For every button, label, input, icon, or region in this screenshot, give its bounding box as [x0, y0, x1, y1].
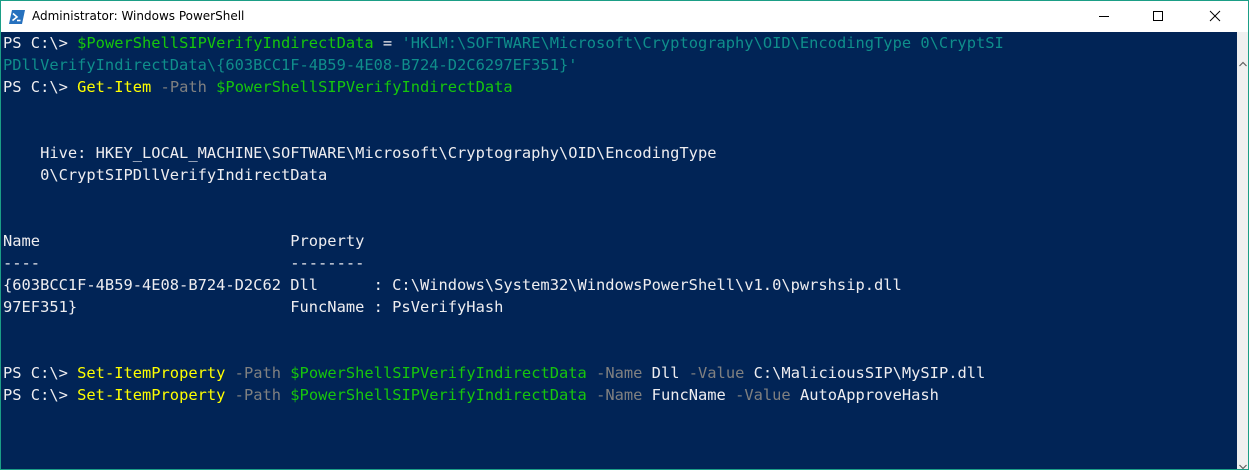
- console-command-text: Set-ItemProperty: [77, 364, 226, 382]
- console-command-text: Get-Item: [77, 78, 152, 96]
- console-line: PS C:\> $PowerShellSIPVerifyIndirectData…: [3, 32, 1004, 54]
- console-plain-text: Name Property: [3, 232, 365, 250]
- console-parameter-text: -Path: [225, 364, 291, 382]
- console-parameter-text: -Path: [225, 386, 291, 404]
- console-prompt-text: PS C:\>: [3, 386, 78, 404]
- close-button[interactable]: [1192, 1, 1238, 32]
- window-title: Administrator: Windows PowerShell: [32, 9, 245, 23]
- chevron-down-icon[interactable]: [1239, 455, 1247, 469]
- console-line: PS C:\> Get-Item -Path $PowerShellSIPVer…: [3, 76, 513, 98]
- maximize-icon: [1152, 7, 1164, 26]
- minimize-button[interactable]: [1081, 1, 1127, 32]
- console-line: PS C:\> Set-ItemProperty -Path $PowerShe…: [3, 362, 985, 384]
- console-line: Name Property: [3, 230, 364, 252]
- console-prompt-text: PS C:\>: [3, 34, 78, 52]
- powershell-icon: [9, 9, 25, 24]
- console-plain-text: {603BCC1F-4B59-4E08-B724-D2C62 Dll : C:\…: [3, 276, 902, 294]
- console-line: PS C:\> Set-ItemProperty -Path $PowerShe…: [3, 384, 939, 406]
- console-parameter-text: -Value: [679, 364, 754, 382]
- console-variable-text: $PowerShellSIPVerifyIndirectData: [216, 78, 513, 96]
- console-plain-text: Hive: HKEY_LOCAL_MACHINE\SOFTWARE\Micros…: [3, 144, 717, 162]
- vertical-scrollbar[interactable]: [1237, 32, 1248, 469]
- console-prompt-text: PS C:\>: [3, 364, 78, 382]
- console-string-text: PDllVerifyIndirectData\{603BCC1F-4B59-4E…: [3, 56, 578, 74]
- console-variable-text: $PowerShellSIPVerifyIndirectData: [290, 364, 587, 382]
- console-parameter-text: -Path: [151, 78, 217, 96]
- console-line: PDllVerifyIndirectData\{603BCC1F-4B59-4E…: [3, 54, 578, 76]
- minimize-icon: [1098, 7, 1110, 26]
- console-parameter-text: -Value: [725, 386, 800, 404]
- console-parameter-text: -Name: [586, 386, 652, 404]
- title-bar[interactable]: Administrator: Windows PowerShell: [1, 1, 1248, 32]
- console-line: {603BCC1F-4B59-4E08-B724-D2C62 Dll : C:\…: [3, 274, 902, 296]
- chevron-up-icon[interactable]: [1239, 52, 1247, 71]
- console-variable-text: $PowerShellSIPVerifyIndirectData: [290, 386, 587, 404]
- console-plain-text: Dll: [651, 364, 680, 382]
- console-plain-text: 0\CryptSIPDllVerifyIndirectData: [3, 166, 328, 184]
- console-output[interactable]: PS C:\> $PowerShellSIPVerifyIndirectData…: [1, 32, 1237, 469]
- maximize-button[interactable]: [1135, 1, 1181, 32]
- console-line: 97EF351} FuncName : PsVerifyHash: [3, 296, 503, 318]
- console-line: ---- --------: [3, 252, 364, 274]
- console-plain-text: C:\MaliciousSIP\MySIP.dll: [753, 364, 986, 382]
- console-plain-text: AutoApproveHash: [799, 386, 939, 404]
- console-plain-text: 97EF351} FuncName : PsVerifyHash: [3, 298, 504, 316]
- close-icon: [1209, 7, 1221, 26]
- console-plain-text: ---- --------: [3, 254, 365, 272]
- console-command-text: Set-ItemProperty: [77, 386, 226, 404]
- powershell-window: Administrator: Windows PowerShell PS C:\…: [0, 0, 1249, 470]
- console-parameter-text: -Name: [586, 364, 652, 382]
- console-plain-text: =: [373, 34, 402, 52]
- console-plain-text: FuncName: [651, 386, 726, 404]
- console-variable-text: $PowerShellSIPVerifyIndirectData: [77, 34, 374, 52]
- console-line: Hive: HKEY_LOCAL_MACHINE\SOFTWARE\Micros…: [3, 142, 716, 164]
- console-prompt-text: PS C:\>: [3, 78, 78, 96]
- console-string-text: 'HKLM:\SOFTWARE\Microsoft\Cryptography\O…: [401, 34, 1004, 52]
- console-line: 0\CryptSIPDllVerifyIndirectData: [3, 164, 327, 186]
